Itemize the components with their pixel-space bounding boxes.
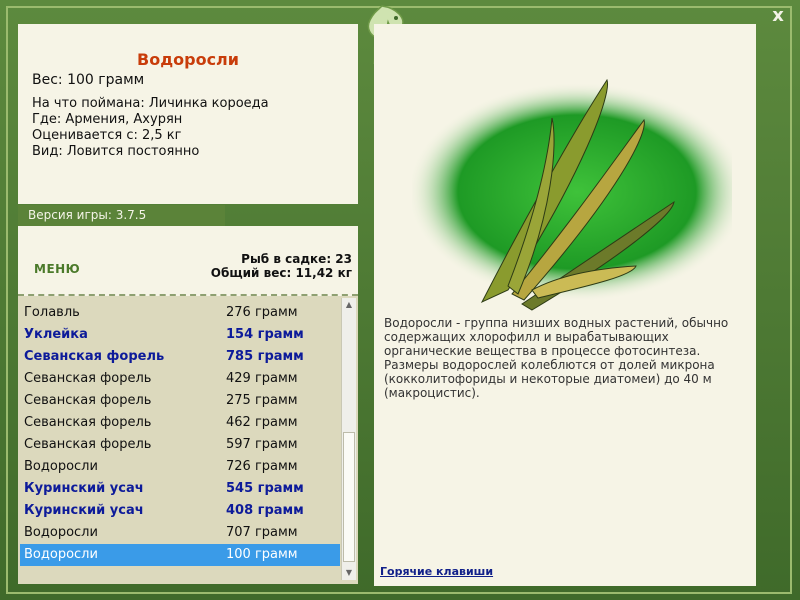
- fish-in-net: Рыб в садке: 23: [241, 252, 352, 266]
- catch-weight: 276 грамм: [226, 305, 298, 320]
- catch-weight: 154 грамм: [226, 327, 304, 342]
- catch-weight: 726 грамм: [226, 459, 298, 474]
- fish-weight: Вес: 100 грамм: [32, 72, 145, 88]
- catch-name: Севанская форель: [24, 437, 152, 452]
- game-version: Версия игры: 3.7.5: [18, 205, 225, 226]
- catch-weight: 100 грамм: [226, 547, 298, 562]
- kind-text: Вид: Ловится постоянно: [32, 144, 200, 159]
- list-item[interactable]: Уклейка 154 грамм: [20, 324, 340, 346]
- list-item[interactable]: Куринский усач 545 грамм: [20, 478, 340, 500]
- net-stats: Рыб в садке: 23 Общий вес: 11,42 кг: [211, 252, 352, 280]
- scroll-up-icon[interactable]: ▲: [342, 298, 356, 312]
- list-item[interactable]: Водоросли 707 грамм: [20, 522, 340, 544]
- catch-name: Севанская форель: [24, 349, 165, 364]
- catch-name: Севанская форель: [24, 371, 152, 386]
- catch-name: Уклейка: [24, 327, 88, 342]
- catch-weight: 408 грамм: [226, 503, 304, 518]
- list-item[interactable]: Севанская форель 275 грамм: [20, 390, 340, 412]
- catch-name: Водоросли: [24, 547, 98, 562]
- list-item[interactable]: Голавль 276 грамм: [20, 302, 340, 324]
- list-item[interactable]: Водоросли 100 грамм: [20, 544, 340, 566]
- menu-button[interactable]: МЕНЮ: [34, 262, 80, 276]
- description-panel: Водоросли - группа низших водных растени…: [374, 24, 756, 586]
- catch-name: Водоросли: [24, 525, 98, 540]
- list-item[interactable]: Севанская форель 462 грамм: [20, 412, 340, 434]
- list-item[interactable]: Куринский усач 408 грамм: [20, 500, 340, 522]
- list-item[interactable]: Севанская форель 597 грамм: [20, 434, 340, 456]
- catch-name: Севанская форель: [24, 393, 152, 408]
- catch-weight: 275 грамм: [226, 393, 298, 408]
- catch-weight: 462 грамм: [226, 415, 298, 430]
- close-button[interactable]: x: [766, 6, 790, 26]
- fish-details: На что поймана: Личинка короеда Где: Арм…: [32, 96, 269, 160]
- scroll-thumb[interactable]: [343, 432, 355, 562]
- list-item[interactable]: Севанская форель 785 грамм: [20, 346, 340, 368]
- fish-info-panel: Водоросли Вес: 100 грамм На что поймана:…: [18, 24, 358, 204]
- catch-name: Куринский усач: [24, 503, 144, 518]
- scroll-down-icon[interactable]: ▼: [342, 566, 356, 580]
- catch-weight: 429 грамм: [226, 371, 298, 386]
- location-text: Где: Армения, Ахурян: [32, 112, 183, 127]
- algae-image: [412, 78, 732, 311]
- list-item[interactable]: Севанская форель 429 грамм: [20, 368, 340, 390]
- catch-name: Куринский усач: [24, 481, 144, 496]
- total-weight: Общий вес: 11,42 кг: [210, 266, 352, 280]
- hotkeys-link[interactable]: Горячие клавиши: [380, 565, 493, 578]
- catch-name: Водоросли: [24, 459, 98, 474]
- list-scrollbar[interactable]: ▲ ▼: [341, 298, 356, 580]
- list-item[interactable]: Водоросли 726 грамм: [20, 456, 340, 478]
- stats-panel: МЕНЮ Рыб в садке: 23 Общий вес: 11,42 кг: [18, 226, 358, 296]
- valued-from-text: Оценивается с: 2,5 кг: [32, 128, 182, 143]
- catch-name: Голавль: [24, 305, 80, 320]
- catch-weight: 597 грамм: [226, 437, 298, 452]
- catch-list-rows: Голавль 276 грамм Уклейка 154 грамм Севанска…: [20, 302, 340, 566]
- description-text: Водоросли - группа низших водных растени…: [384, 316, 729, 400]
- catch-weight: 785 грамм: [226, 349, 304, 364]
- catch-weight: 545 грамм: [226, 481, 304, 496]
- caught-on-text: На что поймана: Личинка короеда: [32, 96, 269, 111]
- catch-weight: 707 грамм: [226, 525, 298, 540]
- catch-name: Севанская форель: [24, 415, 152, 430]
- fish-title: Водоросли: [137, 50, 239, 69]
- catch-list: Голавль 276 грамм Уклейка 154 грамм Севанска…: [18, 296, 358, 584]
